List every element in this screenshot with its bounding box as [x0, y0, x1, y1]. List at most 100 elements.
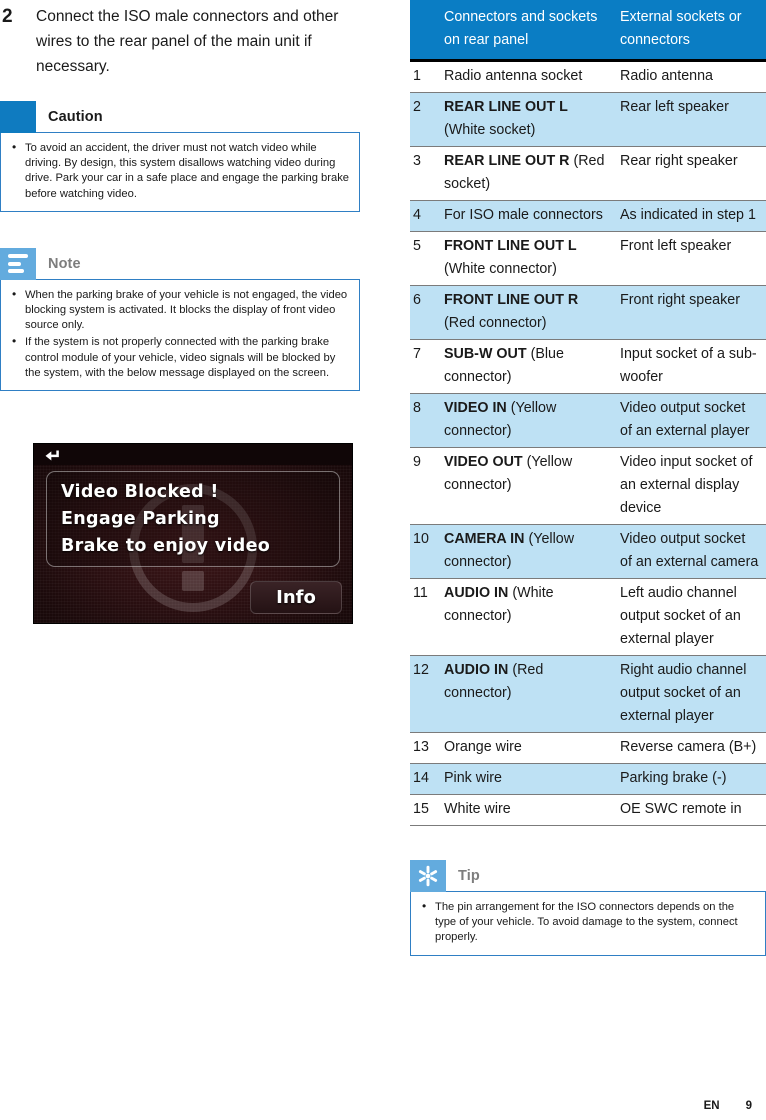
video-blocked-message: Video Blocked ! Engage Parking Brake to …	[46, 471, 340, 568]
cell-external: Front left speaker	[616, 231, 766, 286]
note-title: Note	[48, 255, 81, 272]
cell-external: Rear right speaker	[616, 146, 766, 201]
connector-name: VIDEO OUT	[444, 454, 523, 470]
device-screenshot-figure: Video Blocked ! Engage Parking Brake to …	[33, 443, 353, 625]
message-line-3: Brake to enjoy video	[61, 536, 271, 557]
cell-number: 8	[410, 393, 440, 448]
cell-external: Radio antenna	[616, 60, 766, 93]
caution-header: Caution	[0, 101, 360, 133]
table-row: 15 White wire OE SWC remote in	[410, 794, 766, 826]
cell-external: OE SWC remote in	[616, 794, 766, 826]
cell-connector: Orange wire	[440, 732, 616, 764]
cell-connector: White wire	[440, 794, 616, 826]
header-number	[410, 0, 440, 62]
cell-number: 1	[410, 60, 440, 93]
table-row: 7 SUB-W OUT (Blue connector) Input socket …	[410, 339, 766, 394]
right-column: Connectors and sockets on rear panel Ext…	[410, 0, 766, 956]
note-lines-glyph	[8, 254, 28, 274]
header-connectors: Connectors and sockets on rear panel	[440, 0, 616, 62]
connector-name: CAMERA IN	[444, 531, 525, 547]
header-external: External sockets or connectors	[616, 0, 766, 62]
message-line-1: Video Blocked !	[61, 482, 219, 503]
cell-number: 14	[410, 763, 440, 795]
connector-name: REAR LINE OUT R	[444, 153, 570, 169]
table-row: 9 VIDEO OUT (Yellow connector) Video input…	[410, 447, 766, 525]
cell-connector: Radio antenna socket	[440, 60, 616, 93]
tip-body: The pin arrangement for the ISO connecto…	[410, 891, 766, 956]
cell-number: 5	[410, 231, 440, 286]
exclamation-icon	[0, 101, 36, 133]
table-row: 8 VIDEO IN (Yellow connector) Video output…	[410, 393, 766, 448]
cell-number: 12	[410, 655, 440, 733]
table-row: 2 REAR LINE OUT L (White socket) Rear left…	[410, 92, 766, 147]
table-row: 3 REAR LINE OUT R (Red socket) Rear right …	[410, 146, 766, 201]
step-number: 2	[2, 6, 13, 27]
cell-number: 3	[410, 146, 440, 201]
cell-connector: AUDIO IN (Red connector)	[440, 655, 616, 733]
cell-external: As indicated in step 1	[616, 200, 766, 232]
cell-external: Video output socket of an external camer…	[616, 524, 766, 579]
table-row: 10 CAMERA IN (Yellow connector) Video outp…	[410, 524, 766, 579]
cell-external: Rear left speaker	[616, 92, 766, 147]
table-row: 1 Radio antenna socket Radio antenna	[410, 60, 766, 93]
message-line-2: Engage Parking	[61, 509, 220, 530]
note-item: If the system is not properly connected …	[7, 334, 349, 381]
cell-number: 6	[410, 285, 440, 340]
page-footer: EN 9	[704, 1100, 752, 1112]
footer-language: EN	[703, 1100, 720, 1112]
note-header: Note	[0, 247, 360, 280]
connector-name: AUDIO IN	[444, 662, 509, 678]
cell-connector: VIDEO OUT (Yellow connector)	[440, 447, 616, 525]
instruction-step: 2 Connect the ISO male connectors and ot…	[0, 0, 360, 79]
caution-body: To avoid an accident, the driver must no…	[0, 132, 360, 212]
asterisk-glyph	[418, 865, 438, 887]
note-body: When the parking brake of your vehicle i…	[0, 278, 360, 392]
note-item: When the parking brake of your vehicle i…	[7, 287, 349, 334]
cell-number: 15	[410, 794, 440, 826]
table-row: 6 FRONT LINE OUT R (Red connector) Front r…	[410, 285, 766, 340]
caution-callout: Caution To avoid an accident, the driver…	[0, 101, 360, 212]
device-screen: Video Blocked ! Engage Parking Brake to …	[33, 443, 353, 625]
connectors-table: Connectors and sockets on rear panel Ext…	[410, 0, 766, 826]
cell-connector: For ISO male connectors	[440, 200, 616, 232]
cell-number: 13	[410, 732, 440, 764]
cell-connector: Pink wire	[440, 763, 616, 795]
tip-title: Tip	[458, 868, 480, 884]
cell-connector: VIDEO IN (Yellow connector)	[440, 393, 616, 448]
cell-number: 2	[410, 92, 440, 147]
step-text: Connect the ISO male connectors and othe…	[36, 8, 339, 75]
asterisk-icon	[410, 860, 446, 892]
caution-title: Caution	[48, 109, 103, 125]
connector-name: FRONT LINE OUT L	[444, 238, 577, 254]
connector-name: FRONT LINE OUT R	[444, 292, 579, 308]
cell-number: 11	[410, 578, 440, 656]
note-lines-icon	[0, 247, 36, 280]
cell-number: 10	[410, 524, 440, 579]
connector-name: AUDIO IN	[444, 585, 509, 601]
left-column: 2 Connect the ISO male connectors and ot…	[0, 0, 360, 625]
cell-external: Parking brake (-)	[616, 763, 766, 795]
cell-connector: FRONT LINE OUT L (White connector)	[440, 231, 616, 286]
connector-name: REAR LINE OUT L	[444, 99, 568, 115]
cell-number: 4	[410, 200, 440, 232]
footer-page-number: 9	[745, 1100, 752, 1112]
cell-external: Video output socket of an external playe…	[616, 393, 766, 448]
cell-number: 7	[410, 339, 440, 394]
tip-item: The pin arrangement for the ISO connecto…	[417, 899, 755, 946]
table-row: 4 For ISO male connectors As indicated in …	[410, 200, 766, 232]
table-row: 11 AUDIO IN (White connector) Left audio c…	[410, 578, 766, 656]
back-arrow-icon[interactable]	[43, 447, 63, 464]
connector-name: SUB-W OUT	[444, 346, 527, 362]
cell-external: Input socket of a sub-woofer	[616, 339, 766, 394]
connector-name: VIDEO IN	[444, 400, 507, 416]
table-row: 12 AUDIO IN (Red connector) Right audio ch…	[410, 655, 766, 733]
cell-external: Front right speaker	[616, 285, 766, 340]
connectors-table-body: 1 Radio antenna socket Radio antenna 2 REAR …	[410, 60, 766, 826]
cell-external: Reverse camera (B+)	[616, 732, 766, 764]
table-row: 14 Pink wire Parking brake (-)	[410, 763, 766, 795]
table-header-row: Connectors and sockets on rear panel Ext…	[410, 0, 766, 62]
cell-external: Right audio channel output socket of an …	[616, 655, 766, 733]
tip-header: Tip	[410, 860, 766, 892]
info-button[interactable]: Info	[250, 581, 342, 615]
cell-connector: REAR LINE OUT R (Red socket)	[440, 146, 616, 201]
